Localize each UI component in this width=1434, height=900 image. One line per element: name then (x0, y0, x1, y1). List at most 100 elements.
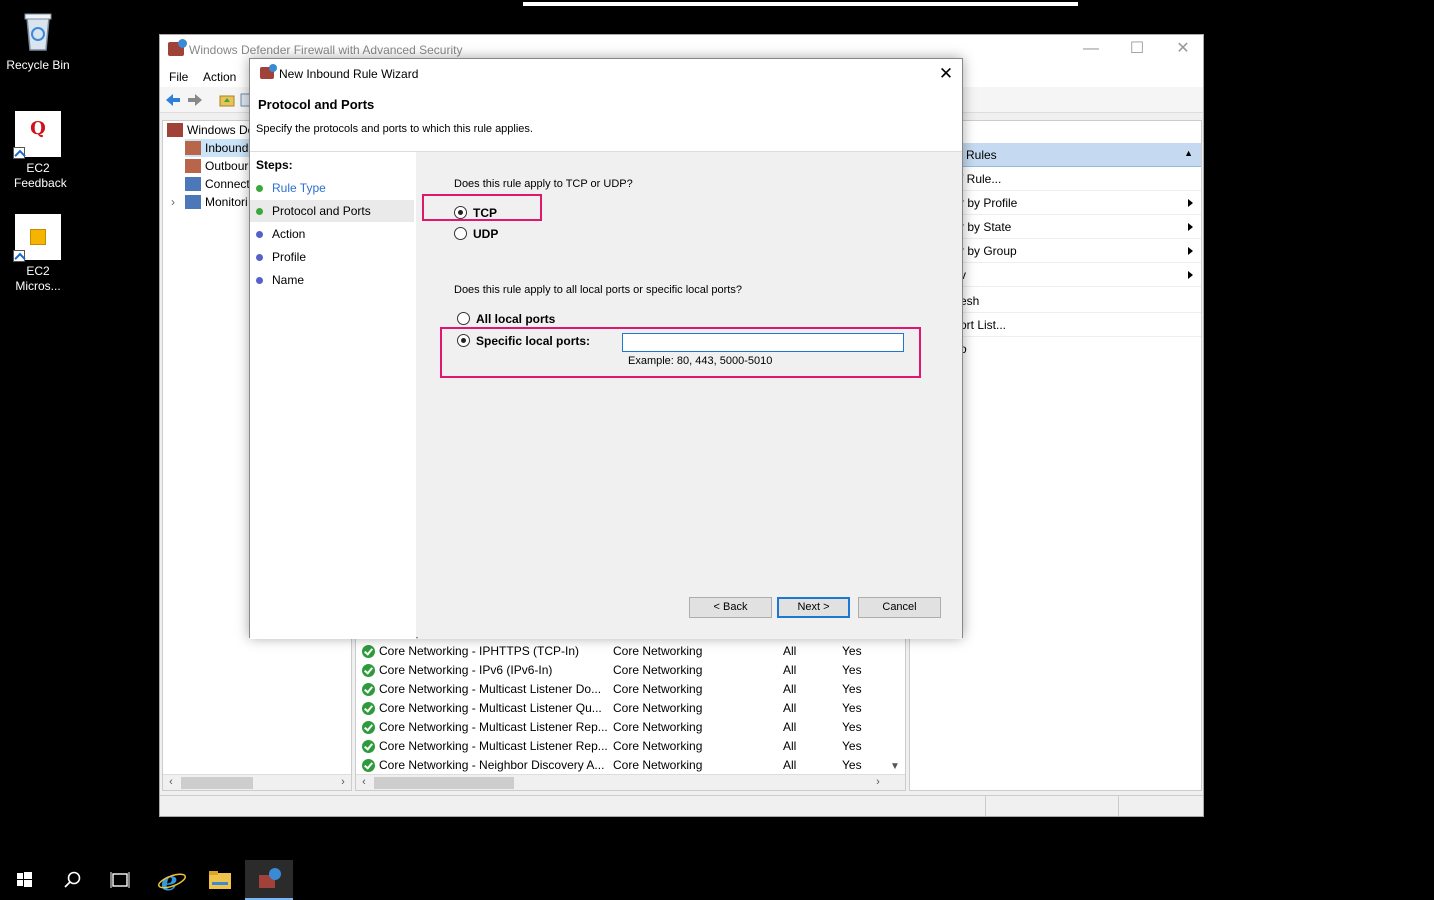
expand-chevron-icon[interactable]: › (171, 193, 175, 211)
actions-header-label: Rules (966, 148, 997, 162)
forward-arrow-icon[interactable] (186, 92, 204, 108)
main-window-title: Windows Defender Firewall with Advanced … (189, 43, 463, 57)
wizard-header: Protocol and Ports Specify the protocols… (250, 89, 962, 152)
wizard-title: New Inbound Rule Wizard (279, 67, 419, 81)
enabled-check-icon (362, 721, 375, 734)
start-button[interactable] (0, 860, 48, 900)
table-row[interactable]: Core Networking - Neighbor Discovery A..… (362, 756, 892, 775)
scroll-right-arrow[interactable]: › (870, 775, 886, 791)
scroll-down-arrow[interactable]: ▼ (890, 761, 900, 772)
tree-root[interactable]: Windows De (167, 121, 254, 139)
wizard-heading: Protocol and Ports (258, 97, 375, 112)
udp-radio[interactable]: UDP (454, 225, 498, 243)
steps-label: Steps: (256, 158, 293, 172)
step-profile: Profile (250, 246, 414, 268)
step-done-icon (256, 185, 263, 192)
table-row[interactable]: Core Networking - Multicast Listener Rep… (362, 737, 892, 756)
tree-item-connection[interactable]: Connect (185, 175, 250, 193)
all-local-ports-radio[interactable]: All local ports (457, 310, 555, 328)
submenu-arrow-icon (1188, 247, 1193, 255)
desktop-icon-ec2-feedback[interactable]: Q EC2 Feedback (0, 111, 76, 191)
outbound-rules-icon (185, 159, 201, 173)
firewall-app-icon (260, 64, 277, 79)
top-window-edge (523, 2, 1078, 6)
up-folder-icon[interactable] (218, 92, 236, 108)
step-rule-type[interactable]: Rule Type (250, 177, 414, 199)
table-row[interactable]: Core Networking - Multicast Listener Do.… (362, 680, 892, 699)
connection-rules-icon (185, 177, 201, 191)
table-row[interactable]: Core Networking - Multicast Listener Rep… (362, 718, 892, 737)
enabled-check-icon (362, 759, 375, 772)
protocol-question: Does this rule apply to TCP or UDP? (454, 178, 633, 190)
rules-horizontal-scrollbar[interactable]: ‹ › (356, 774, 905, 790)
desktop-icon-recycle-bin[interactable]: Recycle Bin (0, 8, 76, 73)
taskbar: e (0, 860, 1434, 900)
wizard-steps-panel: Steps: Rule Type Protocol and Ports Acti… (250, 152, 416, 639)
menu-action[interactable]: Action (203, 70, 236, 84)
maximize-button[interactable]: ☐ (1114, 35, 1160, 65)
enabled-check-icon (362, 702, 375, 715)
tree-item-inbound[interactable]: Inbound (185, 139, 253, 157)
tcp-radio[interactable]: TCP (454, 204, 497, 222)
specific-local-ports-radio[interactable]: Specific local ports: (457, 332, 590, 350)
desktop-icon-label: EC2 Feedback (14, 161, 67, 190)
step-pending-icon (256, 231, 263, 238)
enabled-check-icon (362, 740, 375, 753)
step-name: Name (250, 269, 414, 291)
firewall-taskbar-button[interactable] (245, 860, 293, 900)
step-pending-icon (256, 277, 263, 284)
windows-logo-icon (17, 872, 32, 887)
monitoring-icon (185, 195, 201, 209)
cancel-button[interactable]: Cancel (858, 597, 941, 618)
enabled-check-icon (362, 664, 375, 677)
scroll-thumb[interactable] (181, 777, 253, 789)
scroll-left-arrow[interactable]: ‹ (356, 775, 372, 791)
status-bar (160, 795, 1203, 816)
ports-question: Does this rule apply to all local ports … (454, 284, 742, 296)
submenu-arrow-icon (1188, 271, 1193, 279)
wizard-content: Does this rule apply to TCP or UDP? TCP … (418, 152, 962, 639)
internet-explorer-button[interactable]: e (148, 860, 196, 900)
scroll-right-arrow[interactable]: › (335, 775, 351, 791)
table-row[interactable]: Core Networking - IPv6 (IPv6-In) Core Net… (362, 661, 892, 680)
radio-selected-icon (454, 206, 467, 219)
file-explorer-button[interactable] (196, 860, 244, 900)
firewall-app-icon (168, 39, 187, 56)
enabled-check-icon (362, 683, 375, 696)
internet-explorer-icon: e (157, 867, 187, 897)
tree-item-monitoring[interactable]: › Monitori (171, 193, 248, 211)
specific-ports-input[interactable] (622, 333, 904, 352)
svg-text:e: e (161, 867, 178, 897)
back-button[interactable]: < Back (689, 597, 772, 618)
step-action: Action (250, 223, 414, 245)
scroll-thumb[interactable] (374, 777, 514, 789)
menu-file[interactable]: File (169, 70, 188, 84)
new-inbound-rule-wizard: New Inbound Rule Wizard ✕ Protocol and P… (249, 58, 963, 639)
wizard-title-bar: New Inbound Rule Wizard ✕ (250, 59, 962, 89)
back-arrow-icon[interactable] (164, 92, 182, 108)
table-row[interactable]: Core Networking - Multicast Listener Qu.… (362, 699, 892, 718)
tree-horizontal-scrollbar[interactable]: ‹ › (163, 774, 351, 790)
firewall-tree-icon (167, 123, 183, 137)
close-button[interactable]: ✕ (1160, 35, 1206, 65)
wizard-close-button[interactable]: ✕ (930, 59, 962, 89)
desktop-icon-label: Recycle Bin (6, 58, 70, 72)
desktop-icon-ec2-microsoft[interactable]: EC2 Micros... (0, 214, 76, 294)
recycle-bin-icon (15, 8, 61, 54)
search-icon (64, 871, 81, 888)
shortcut-arrow-icon (13, 250, 25, 262)
ec2-microsoft-icon (13, 214, 61, 262)
ec2-feedback-icon: Q (13, 111, 61, 159)
inbound-rules-icon (185, 141, 201, 155)
shortcut-arrow-icon (13, 147, 25, 159)
table-row[interactable]: Core Networking - IPHTTPS (TCP-In) Core N… (362, 642, 892, 661)
scroll-left-arrow[interactable]: ‹ (163, 775, 179, 791)
next-button[interactable]: Next > (777, 597, 850, 618)
folder-icon (209, 871, 231, 889)
desktop-icon-label: EC2 Micros... (15, 264, 61, 293)
tree-item-outbound[interactable]: Outbour (185, 157, 248, 175)
collapse-chevron-icon[interactable]: ▲ (1184, 148, 1193, 158)
task-view-button[interactable] (96, 860, 144, 900)
minimize-button[interactable]: — (1068, 35, 1114, 65)
search-button[interactable] (48, 860, 96, 900)
